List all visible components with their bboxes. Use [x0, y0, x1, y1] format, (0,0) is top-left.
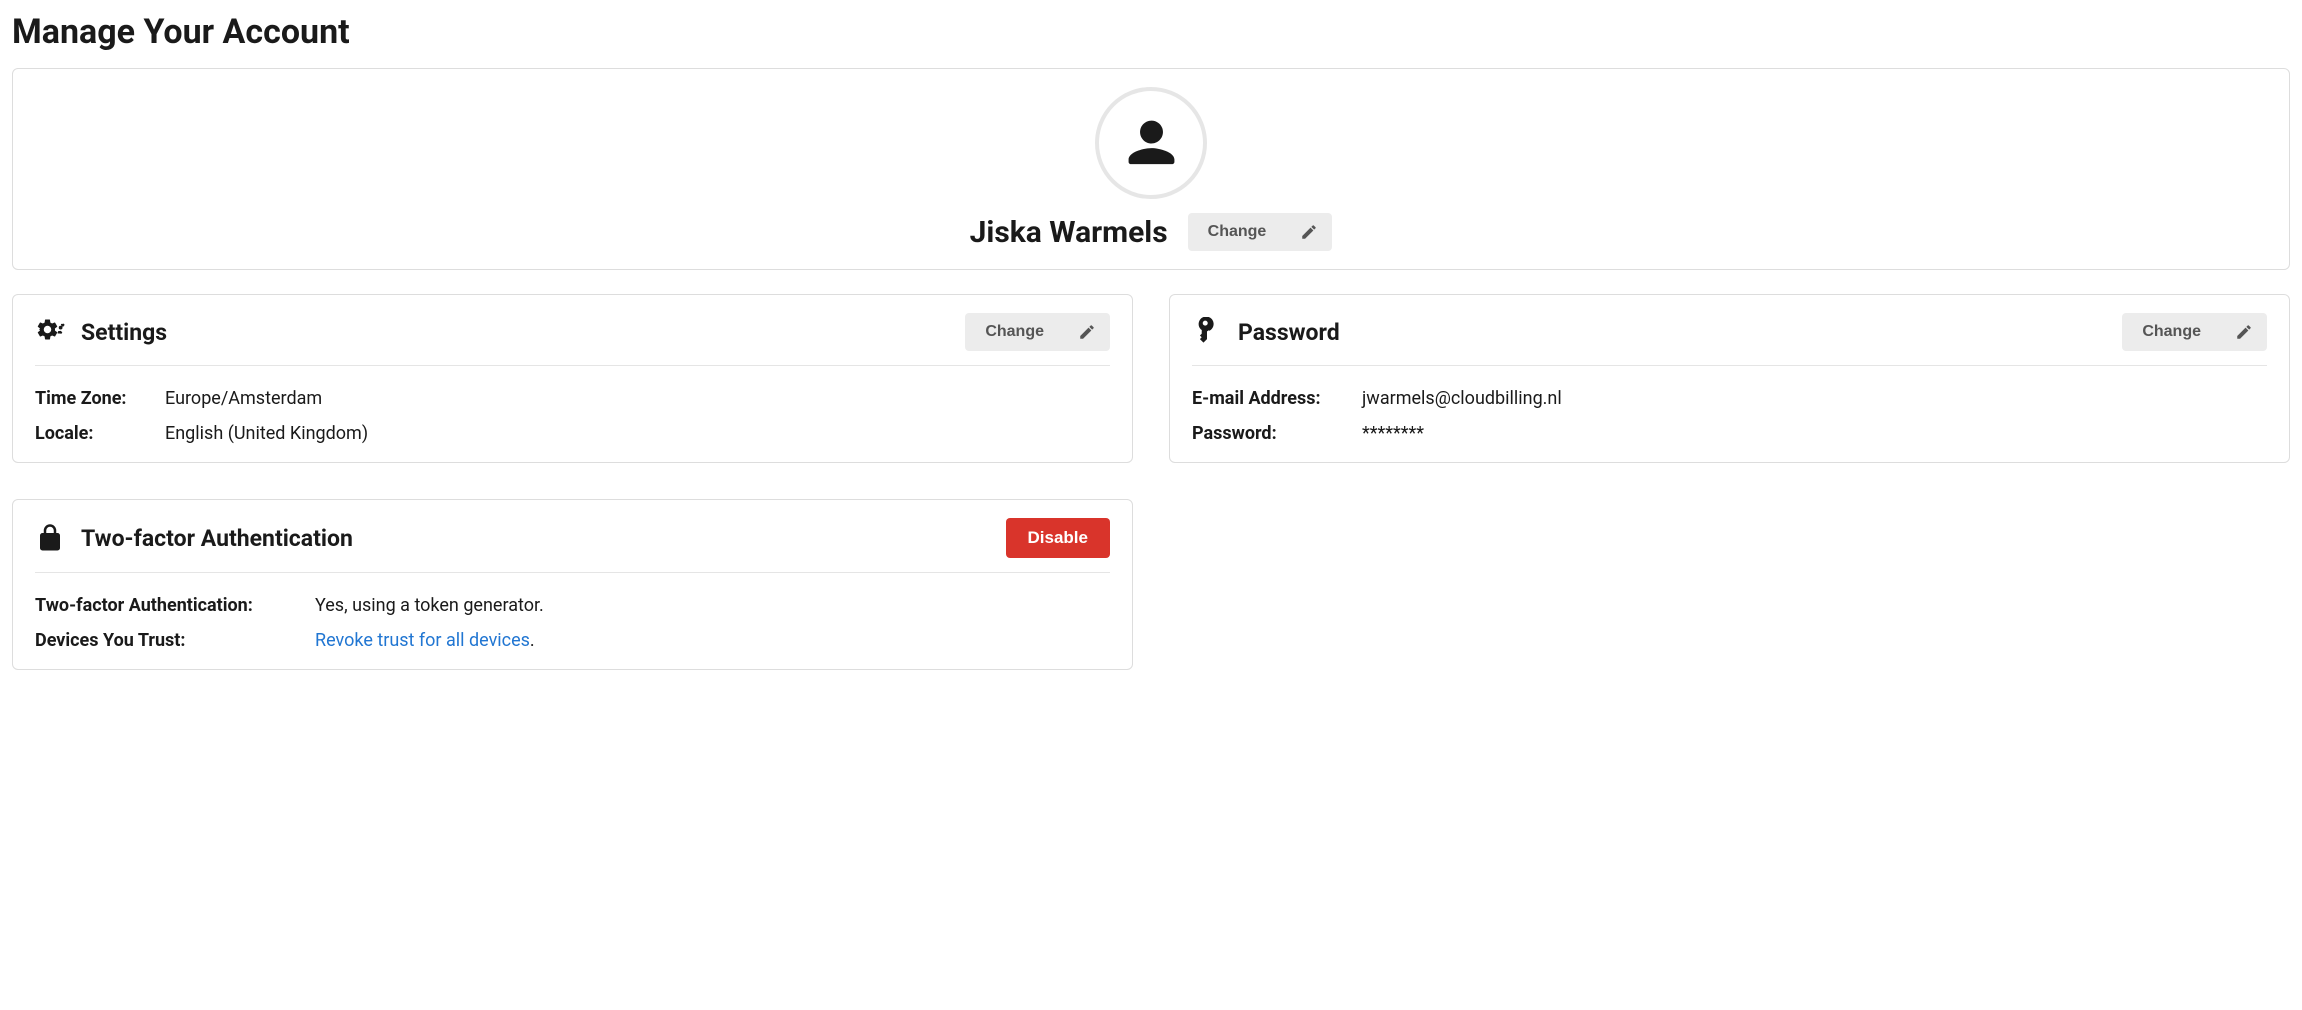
edit-icon	[1300, 223, 1318, 241]
change-password-button-group: Change	[2122, 313, 2267, 351]
settings-header: Settings Change	[35, 313, 1110, 366]
edit-name-button[interactable]	[1286, 213, 1332, 251]
password-row: Password: ********	[1192, 423, 2267, 444]
password-panel: Password Change E-mail Address: jwarmels…	[1169, 294, 2290, 463]
email-label: E-mail Address:	[1192, 388, 1362, 409]
time-zone-row: Time Zone: Europe/Amsterdam	[35, 388, 1110, 409]
revoke-trust-link[interactable]: Revoke trust for all devices	[315, 630, 530, 651]
password-title: Password	[1238, 319, 1340, 346]
change-settings-button-group: Change	[965, 313, 1110, 351]
change-name-button-group: Change	[1188, 213, 1333, 251]
twofa-title: Two-factor Authentication	[81, 525, 353, 552]
edit-settings-button[interactable]	[1064, 313, 1110, 351]
email-value: jwarmels@cloudbilling.nl	[1362, 388, 1562, 409]
email-row: E-mail Address: jwarmels@cloudbilling.nl	[1192, 388, 2267, 409]
gears-icon	[35, 317, 65, 347]
time-zone-label: Time Zone:	[35, 388, 165, 409]
password-header: Password Change	[1192, 313, 2267, 366]
key-icon	[1192, 317, 1222, 347]
change-settings-button[interactable]: Change	[965, 313, 1064, 351]
locale-row: Locale: English (United Kingdom)	[35, 423, 1110, 444]
profile-name: Jiska Warmels	[970, 215, 1168, 250]
change-password-button[interactable]: Change	[2122, 313, 2221, 351]
profile-name-row: Jiska Warmels Change	[970, 213, 1333, 251]
disable-twofa-button[interactable]: Disable	[1006, 518, 1110, 558]
twofa-status-label: Two-factor Authentication:	[35, 595, 315, 616]
settings-title: Settings	[81, 319, 167, 346]
twofa-devices-row: Devices You Trust: Revoke trust for all …	[35, 630, 1110, 651]
password-value: ********	[1362, 423, 1424, 444]
twofa-header: Two-factor Authentication Disable	[35, 518, 1110, 573]
page-title: Manage Your Account	[12, 12, 2290, 52]
edit-icon	[2235, 323, 2253, 341]
lock-icon	[35, 523, 65, 553]
user-icon	[1124, 116, 1179, 171]
twofa-devices-label: Devices You Trust:	[35, 630, 315, 651]
edit-icon	[1078, 323, 1096, 341]
settings-panel: Settings Change Time Zone: Europe/Amster…	[12, 294, 1133, 463]
twofa-status-row: Two-factor Authentication: Yes, using a …	[35, 595, 1110, 616]
profile-card: Jiska Warmels Change	[12, 68, 2290, 270]
time-zone-value: Europe/Amsterdam	[165, 388, 322, 409]
locale-value: English (United Kingdom)	[165, 423, 368, 444]
edit-password-button[interactable]	[2221, 313, 2267, 351]
revoke-period: .	[530, 630, 535, 651]
avatar	[1095, 87, 1207, 199]
change-name-button[interactable]: Change	[1188, 213, 1287, 251]
twofa-panel: Two-factor Authentication Disable Two-fa…	[12, 499, 1133, 670]
password-label: Password:	[1192, 423, 1362, 444]
locale-label: Locale:	[35, 423, 165, 444]
twofa-devices-value: Revoke trust for all devices.	[315, 630, 535, 651]
twofa-status-value: Yes, using a token generator.	[315, 595, 544, 616]
